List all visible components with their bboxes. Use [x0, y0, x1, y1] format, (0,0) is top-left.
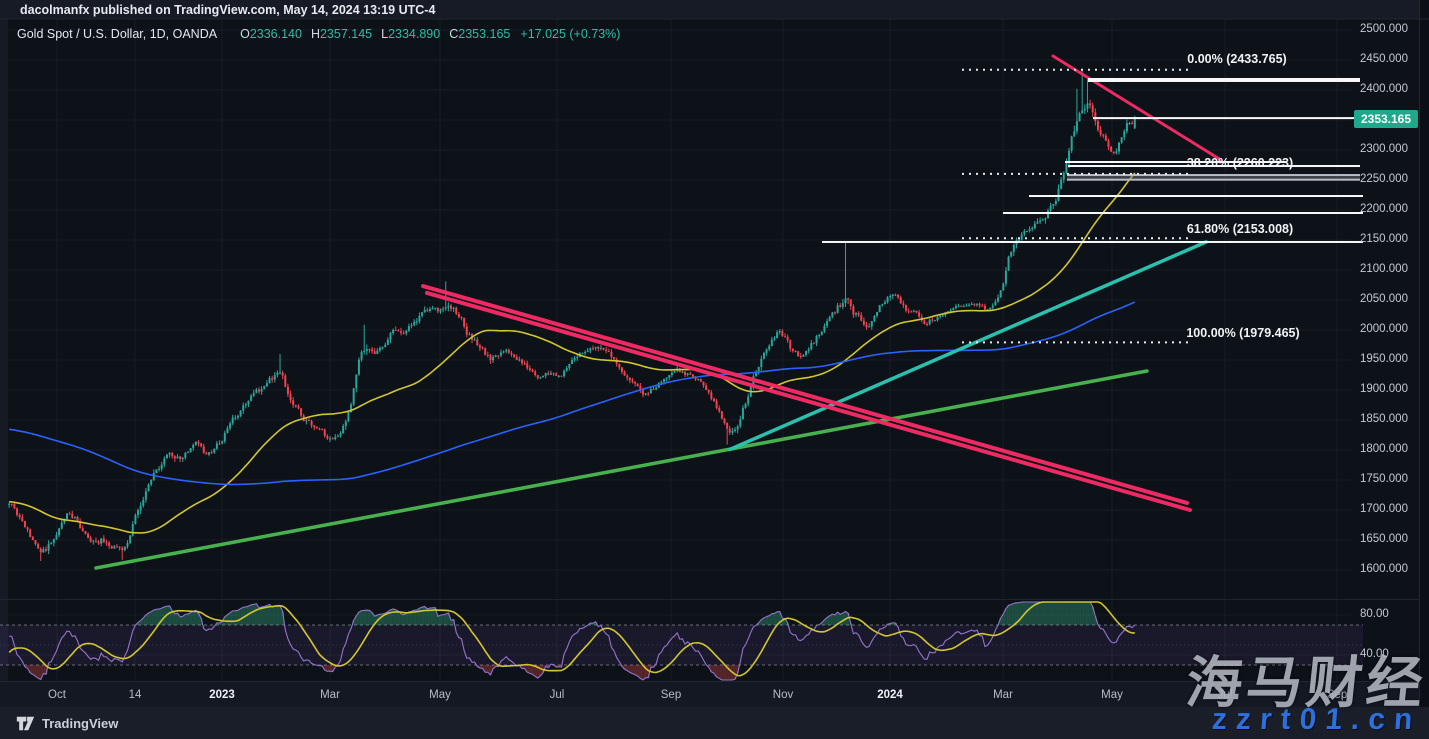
- ohlc-low-value: 2334.890: [388, 27, 440, 41]
- fib-label: 100.00% (1979.465): [1186, 326, 1299, 340]
- tradingview-published-chart: dacolmanfx published on TradingView.com,…: [0, 0, 1429, 739]
- ohlc-high-label: H: [311, 27, 320, 41]
- fib-label: 38.20% (2260.223): [1187, 156, 1293, 170]
- time-tick-label: Nov: [773, 689, 793, 701]
- time-tick-label: 2023: [209, 689, 235, 701]
- tradingview-text: TradingView: [42, 716, 118, 731]
- time-tick-label: 2024: [877, 689, 903, 701]
- time-tick-label: Mar: [993, 689, 1013, 701]
- time-tick-label: Jul: [550, 689, 565, 701]
- change-value: +17.025 (+0.73%): [520, 27, 620, 41]
- symbol-legend[interactable]: Gold Spot / U.S. Dollar, 1D, OANDA O2336.…: [17, 26, 620, 42]
- price-tick-label: 1850.000: [1360, 413, 1408, 425]
- price-tick-label: 2500.000: [1360, 23, 1408, 35]
- publish-text: dacolmanfx published on TradingView.com,…: [20, 3, 435, 17]
- publish-bar: dacolmanfx published on TradingView.com,…: [20, 2, 435, 18]
- fib-label: 61.80% (2153.008): [1187, 222, 1293, 236]
- time-tick-label: May: [429, 689, 451, 701]
- ohlc-open-value: 2336.140: [250, 27, 302, 41]
- price-tick-label: 2250.000: [1360, 173, 1408, 185]
- price-tick-label: 1900.000: [1360, 383, 1408, 395]
- ohlc-open-label: O: [240, 27, 250, 41]
- ohlc-close-label: C: [449, 27, 458, 41]
- price-tick-label: 2000.000: [1360, 323, 1408, 335]
- symbol-title: Gold Spot / U.S. Dollar, 1D, OANDA: [17, 27, 217, 41]
- chart-canvas[interactable]: [0, 0, 1429, 739]
- price-tick-label: 2050.000: [1360, 293, 1408, 305]
- price-tick-label: 2300.000: [1360, 143, 1408, 155]
- price-tick-label: 1750.000: [1360, 473, 1408, 485]
- price-tick-label: 2100.000: [1360, 263, 1408, 275]
- fib-label: 0.00% (2433.765): [1187, 52, 1286, 66]
- ohlc-high-value: 2357.145: [320, 27, 372, 41]
- tradingview-icon: [16, 716, 35, 731]
- ohlc-close-value: 2353.165: [458, 27, 510, 41]
- time-tick-label: Sep: [661, 689, 681, 701]
- rsi-tick-label: 80.00: [1360, 608, 1389, 620]
- time-tick-label: 14: [129, 689, 142, 701]
- watermark-site: zzrt01.cn: [1210, 703, 1422, 737]
- price-tick-label: 2150.000: [1360, 233, 1408, 245]
- last-price-badge: 2353.165: [1354, 110, 1418, 128]
- price-tick-label: 2400.000: [1360, 83, 1408, 95]
- price-tick-label: 2200.000: [1360, 203, 1408, 215]
- time-tick-label: Mar: [320, 689, 340, 701]
- price-tick-label: 1650.000: [1360, 533, 1408, 545]
- price-tick-label: 1800.000: [1360, 443, 1408, 455]
- time-tick-label: May: [1101, 689, 1123, 701]
- tradingview-logo[interactable]: TradingView: [16, 714, 118, 732]
- time-tick-label: Oct: [48, 689, 66, 701]
- price-tick-label: 1600.000: [1360, 563, 1408, 575]
- price-tick-label: 1700.000: [1360, 503, 1408, 515]
- price-tick-label: 1950.000: [1360, 353, 1408, 365]
- price-tick-label: 2450.000: [1360, 53, 1408, 65]
